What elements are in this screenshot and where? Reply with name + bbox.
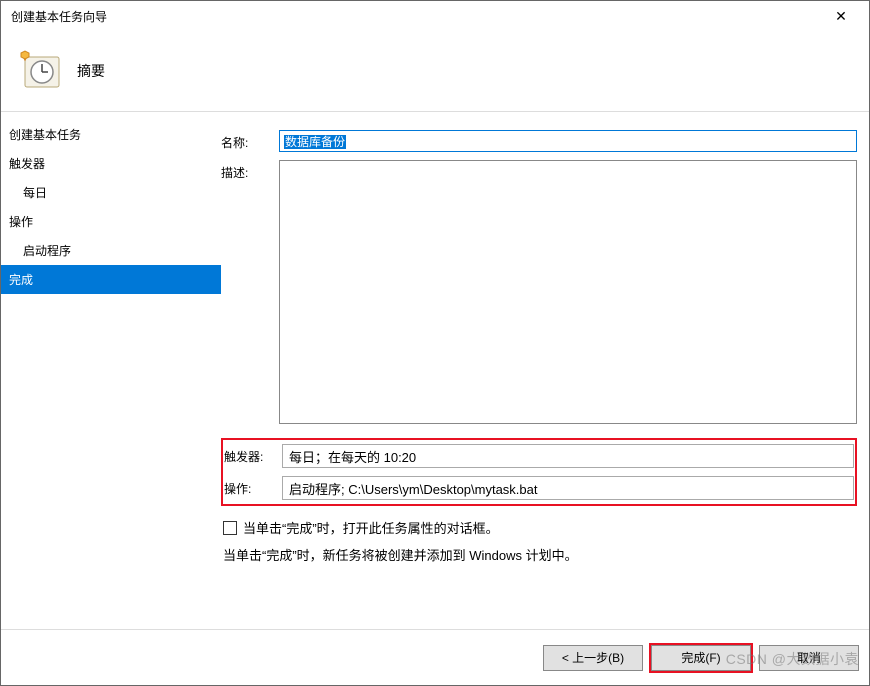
page-title: 摘要 (77, 61, 105, 81)
desc-input[interactable] (279, 160, 857, 424)
summary-block: 触发器: 每日；在每天的 10:20 操作: 启动程序; C:\Users\ym… (221, 438, 857, 506)
footer: < 上一步(B) 完成(F) 取消 CSDN @大数据小袁 (1, 629, 869, 685)
trigger-summary-value: 每日；在每天的 10:20 (282, 444, 854, 468)
wizard-window: 创建基本任务向导 ✕ 摘要 创建基本任务 触发器 每日 操作 启动程序 完成 (0, 0, 870, 686)
content-area: 创建基本任务 触发器 每日 操作 启动程序 完成 名称: 数据库备份 描述: 触… (1, 111, 869, 629)
sidebar-item-start-program[interactable]: 启动程序 (1, 236, 221, 265)
desc-label: 描述: (221, 160, 279, 181)
name-label: 名称: (221, 130, 279, 151)
close-button[interactable]: ✕ (821, 4, 861, 28)
open-properties-checkbox[interactable] (223, 521, 237, 535)
action-summary-value: 启动程序; C:\Users\ym\Desktop\mytask.bat (282, 476, 854, 500)
trigger-summary-label: 触发器: (224, 448, 282, 465)
window-title: 创建基本任务向导 (9, 8, 821, 25)
main-panel: 名称: 数据库备份 描述: 触发器: 每日；在每天的 10:20 操作: 启动程… (221, 112, 869, 629)
wizard-header: 摘要 (1, 31, 869, 111)
sidebar-item-trigger[interactable]: 触发器 (1, 149, 221, 178)
info-text: 当单击“完成”时，新任务将被创建并添加到 Windows 计划中。 (221, 545, 857, 564)
sidebar-item-create-task[interactable]: 创建基本任务 (1, 120, 221, 149)
trigger-summary-row: 触发器: 每日；在每天的 10:20 (224, 441, 854, 471)
name-row: 名称: 数据库备份 (221, 130, 857, 152)
open-properties-row: 当单击“完成”时，打开此任务属性的对话框。 (221, 518, 857, 537)
open-properties-label: 当单击“完成”时，打开此任务属性的对话框。 (243, 518, 499, 537)
action-summary-row: 操作: 启动程序; C:\Users\ym\Desktop\mytask.bat (224, 473, 854, 503)
finish-button[interactable]: 完成(F) (651, 645, 751, 671)
sidebar-item-daily[interactable]: 每日 (1, 178, 221, 207)
desc-row: 描述: (221, 160, 857, 424)
wizard-sidebar: 创建基本任务 触发器 每日 操作 启动程序 完成 (1, 112, 221, 629)
titlebar: 创建基本任务向导 ✕ (1, 1, 869, 31)
scheduler-icon (19, 49, 63, 93)
back-button[interactable]: < 上一步(B) (543, 645, 643, 671)
name-input[interactable]: 数据库备份 (279, 130, 857, 152)
sidebar-item-action[interactable]: 操作 (1, 207, 221, 236)
cancel-button[interactable]: 取消 (759, 645, 859, 671)
action-summary-label: 操作: (224, 480, 282, 497)
sidebar-item-finish[interactable]: 完成 (1, 265, 221, 294)
